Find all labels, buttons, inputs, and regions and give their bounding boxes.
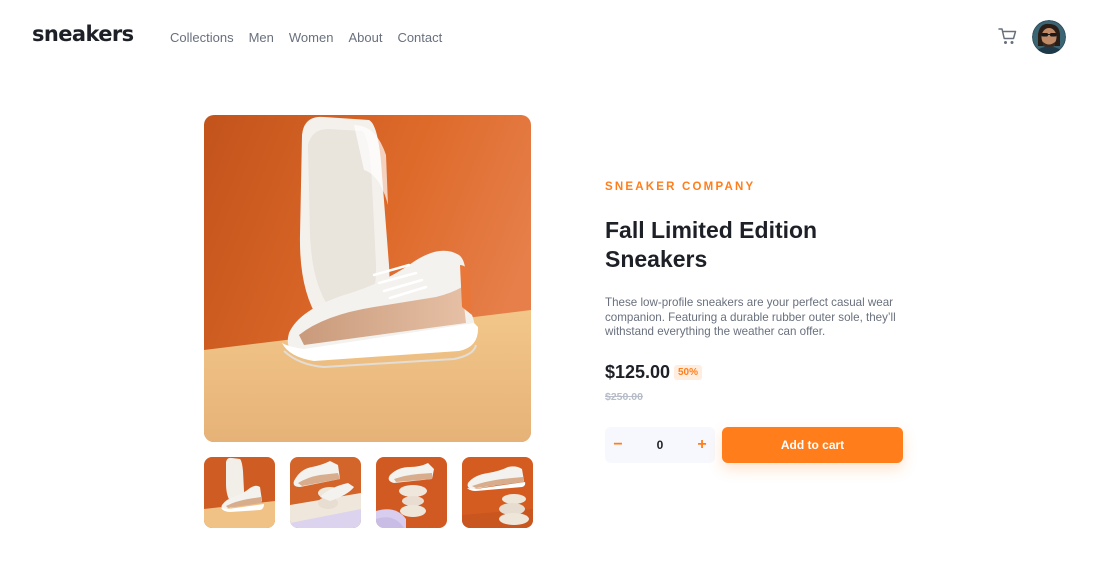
minus-icon[interactable]: − [605, 427, 631, 463]
current-price: $125.00 [605, 362, 671, 382]
original-price: $250.00 [605, 391, 643, 403]
quantity-value: 0 [656, 438, 664, 452]
discount-badge: 50% [674, 365, 703, 380]
product-title: Fall Limited Edition Sneakers [605, 217, 818, 272]
add-to-cart-button[interactable]: Add to cart [722, 427, 903, 463]
add-to-cart-label: Add to cart [780, 438, 845, 452]
company-name: Sneaker Company [605, 181, 756, 193]
thumbnail-3[interactable] [376, 457, 447, 528]
thumbnail-list [204, 457, 533, 528]
nav-collections[interactable]: Collections [170, 30, 234, 45]
plus-label: + [697, 436, 707, 453]
cart-icon[interactable] [997, 26, 1019, 48]
nav-men[interactable]: Men [249, 30, 274, 45]
minus-label: − [613, 436, 623, 453]
logo[interactable]: sneakers [32, 22, 134, 46]
sneaker-main-image[interactable] [204, 115, 531, 442]
main-nav: Collections Men Women About Contact [170, 30, 442, 45]
plus-icon[interactable]: + [689, 427, 715, 463]
thumbnail-2[interactable] [290, 457, 361, 528]
nav-about[interactable]: About [348, 30, 382, 45]
nav-contact[interactable]: Contact [397, 30, 442, 45]
product-description: These low-profile sneakers are your perf… [605, 296, 896, 338]
quantity-stepper: − 0 + [605, 427, 715, 463]
site-header: sneakers Collections Men Women About Con… [0, 0, 1100, 74]
thumbnail-4[interactable] [462, 457, 533, 528]
thumbnail-1[interactable] [204, 457, 275, 528]
avatar[interactable] [1032, 20, 1066, 54]
nav-women[interactable]: Women [289, 30, 334, 45]
